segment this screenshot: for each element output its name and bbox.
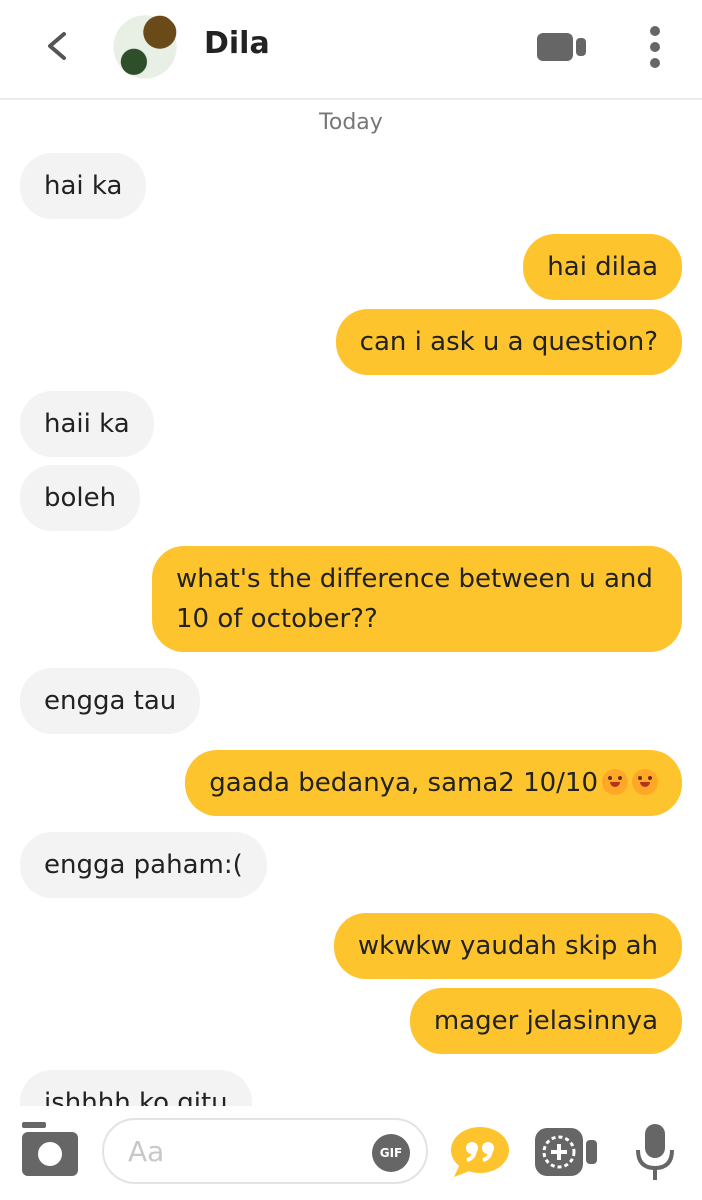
message-incoming[interactable]: engga tau	[20, 668, 201, 734]
video-note-icon[interactable]	[533, 1126, 599, 1178]
message-incoming[interactable]: engga paham:(	[20, 832, 267, 898]
message-text: gaada bedanya, sama2 10/10	[209, 768, 598, 798]
message-outgoing[interactable]: mager jelasinnya	[409, 988, 682, 1054]
more-vertical-icon[interactable]	[640, 24, 670, 70]
message-incoming[interactable]: boleh	[20, 465, 141, 531]
message-outgoing[interactable]: can i ask u a question?	[335, 309, 682, 375]
back-icon[interactable]	[40, 26, 76, 66]
gif-icon[interactable]: GIF	[372, 1134, 410, 1172]
smile-emoji-icon	[632, 769, 658, 795]
video-call-icon[interactable]	[537, 30, 587, 64]
message-outgoing[interactable]: what's the difference between u and 10 o…	[152, 546, 682, 652]
camera-icon[interactable]	[20, 1122, 80, 1178]
contact-name[interactable]: Dila	[204, 26, 270, 61]
avatar[interactable]	[108, 10, 182, 84]
message-outgoing[interactable]: hai dilaa	[523, 234, 682, 300]
message-outgoing[interactable]: wkwkw yaudah skip ah	[333, 913, 682, 979]
date-separator: Today	[319, 110, 383, 135]
message-incoming[interactable]: hai ka	[20, 153, 147, 219]
microphone-icon[interactable]	[634, 1122, 676, 1182]
chat-header: Dila	[0, 0, 702, 100]
message-incoming[interactable]: haii ka	[20, 391, 154, 457]
quote-icon[interactable]	[450, 1126, 510, 1178]
message-outgoing[interactable]: gaada bedanya, sama2 10/10	[185, 750, 682, 816]
smile-emoji-icon	[602, 769, 628, 795]
